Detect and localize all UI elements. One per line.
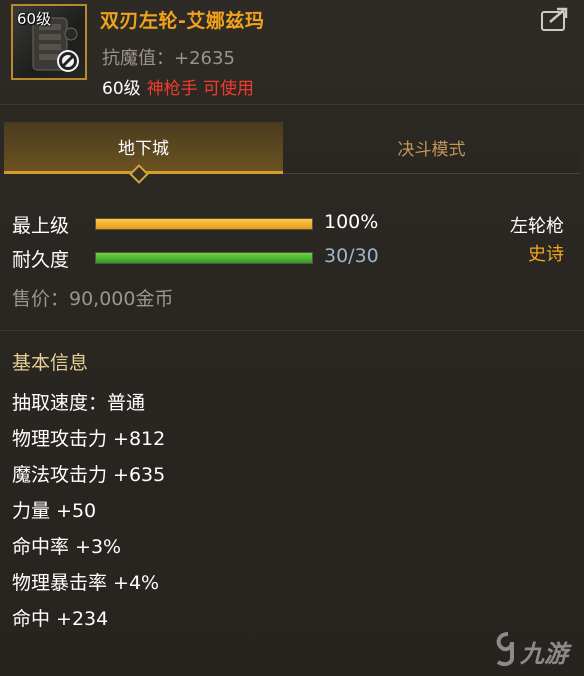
tab-dungeon[interactable]: 地下城 xyxy=(4,122,283,174)
stat-line: 力量 +50 xyxy=(12,500,97,522)
basic-info-title: 基本信息 xyxy=(12,352,89,374)
section-divider xyxy=(0,330,584,331)
watermark-logo: 九游 xyxy=(494,628,584,674)
header-divider xyxy=(0,104,584,105)
required-level: 60级 xyxy=(102,79,141,99)
max-level-label: 最上级 xyxy=(12,215,70,237)
durability-bar xyxy=(95,252,313,264)
watermark-text: 九游 xyxy=(520,640,568,668)
stat-line: 抽取速度：普通 xyxy=(12,392,146,414)
weapon-type: 左轮枪 xyxy=(510,216,564,237)
stat-line: 魔法攻击力 +635 xyxy=(12,464,166,486)
nine-game-logo-icon xyxy=(496,632,514,667)
durability-label: 耐久度 xyxy=(12,249,70,271)
tab-duel-mode[interactable]: 决斗模式 xyxy=(283,122,580,174)
item-slot-level: 60级 xyxy=(17,10,52,28)
item-tooltip-panel: 60级 双刃左轮-艾娜兹玛 抗魔值：+2635 60级 神枪手 可使用 地下城 决… xyxy=(0,0,584,676)
unusable-icon xyxy=(57,50,79,72)
max-level-bar-fill xyxy=(96,219,312,229)
share-icon[interactable] xyxy=(540,6,572,32)
durability-value: 30/30 xyxy=(324,245,379,267)
sell-price: 售价：90,000金币 xyxy=(12,288,174,310)
max-level-value: 100% xyxy=(324,211,379,233)
item-name: 双刃左轮-艾娜兹玛 xyxy=(100,10,265,32)
magic-resist-value: 抗魔值：+2635 xyxy=(102,48,235,69)
item-header: 60级 双刃左轮-艾娜兹玛 抗魔值：+2635 60级 神枪手 可使用 xyxy=(0,0,584,108)
required-class: 神枪手 可使用 xyxy=(146,79,255,99)
stat-line: 物理暴击率 +4% xyxy=(12,572,160,594)
stat-line: 命中率 +3% xyxy=(12,536,122,558)
max-level-bar xyxy=(95,218,313,230)
rarity-label: 史诗 xyxy=(528,244,564,265)
stat-line: 物理攻击力 +812 xyxy=(12,428,166,450)
stat-line: 命中 +234 xyxy=(12,608,109,630)
mode-tabs: 地下城 决斗模式 xyxy=(4,122,580,174)
requirement-line: 60级 神枪手 可使用 xyxy=(102,74,254,99)
durability-bar-fill xyxy=(96,253,312,263)
item-icon-slot[interactable]: 60级 xyxy=(11,4,87,80)
